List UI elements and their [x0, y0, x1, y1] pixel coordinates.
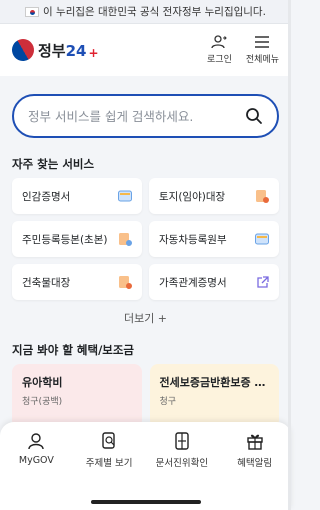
benefit-card-kindergarten[interactable]: 유아학비 청구(공백): [12, 364, 142, 428]
service-card-vehicle-register[interactable]: 자동차등록원부: [149, 221, 279, 257]
banner-text: 이 누리집은 대한민국 공식 전자정부 누리집입니다.: [43, 6, 266, 18]
search-icon[interactable]: [245, 107, 263, 125]
service-card-resident-register[interactable]: 주민등록등본(초본): [12, 221, 142, 257]
document-icon: [119, 276, 132, 289]
document-check-icon: [175, 432, 189, 450]
gov24-logo[interactable]: 정부24 +: [7, 34, 99, 66]
all-menu-label: 전체메뉴: [245, 55, 279, 65]
taegukgi-flag-icon: [25, 6, 40, 17]
service-card-seal-certificate[interactable]: 인감증명서: [12, 178, 142, 214]
gift-icon: [246, 434, 263, 450]
hamburger-menu-icon: [255, 36, 270, 48]
benefit-card-deposit-guarantee[interactable]: 전세보증금반환보증 … 청구: [149, 364, 279, 428]
nav-mygov[interactable]: MyGOV: [0, 432, 73, 510]
frequent-services-grid: 인감증명서 토지(임야)대장 주민등록등본(초본) 자동차등록원부 건축물대장 …: [0, 178, 291, 300]
login-button[interactable]: 로그인: [207, 35, 232, 65]
document-search-icon: [102, 432, 115, 449]
logo-plus: +: [88, 46, 99, 60]
service-card-building-register[interactable]: 건축물대장: [12, 264, 142, 300]
nav-document-verify[interactable]: 문서진위확인: [146, 432, 219, 510]
scroll-edge: [288, 0, 291, 510]
login-label: 로그인: [207, 55, 232, 65]
search-input[interactable]: [28, 108, 228, 124]
nav-topics[interactable]: 주제별 보기: [73, 432, 146, 510]
taegeuk-logo-icon: [7, 34, 39, 66]
logo-text: 정부24: [38, 41, 87, 60]
service-card-land-register[interactable]: 토지(임야)대장: [149, 178, 279, 214]
benefits-title: 지금 봐야 할 혜택/보조금: [12, 343, 135, 357]
bottom-navigation: MyGOV 주제별 보기 문서진위확인 혜택알림: [0, 422, 291, 510]
nav-benefit-alerts[interactable]: 혜택알림: [218, 432, 291, 510]
more-button[interactable]: 더보기 +: [0, 300, 291, 334]
document-icon: [119, 233, 132, 246]
id-card-icon: [255, 233, 269, 245]
benefits-list: 유아학비 청구(공백) 전세보증금반환보증 … 청구: [0, 364, 291, 428]
all-menu-button[interactable]: 전체메뉴: [246, 35, 279, 65]
id-card-icon: [118, 190, 132, 202]
official-site-banner: 이 누리집은 대한민국 공식 전자정부 누리집입니다.: [0, 0, 291, 24]
user-icon: [28, 433, 45, 450]
service-card-family-relation[interactable]: 가족관계증명서: [149, 264, 279, 300]
home-indicator: [90, 500, 201, 504]
search-box: [12, 94, 279, 138]
document-icon: [256, 190, 269, 203]
header: 정부24 + 로그인 전체메뉴: [0, 24, 291, 76]
login-icon: [211, 35, 228, 49]
frequent-services-title: 자주 찾는 서비스: [12, 157, 95, 171]
external-link-icon: [257, 275, 269, 288]
